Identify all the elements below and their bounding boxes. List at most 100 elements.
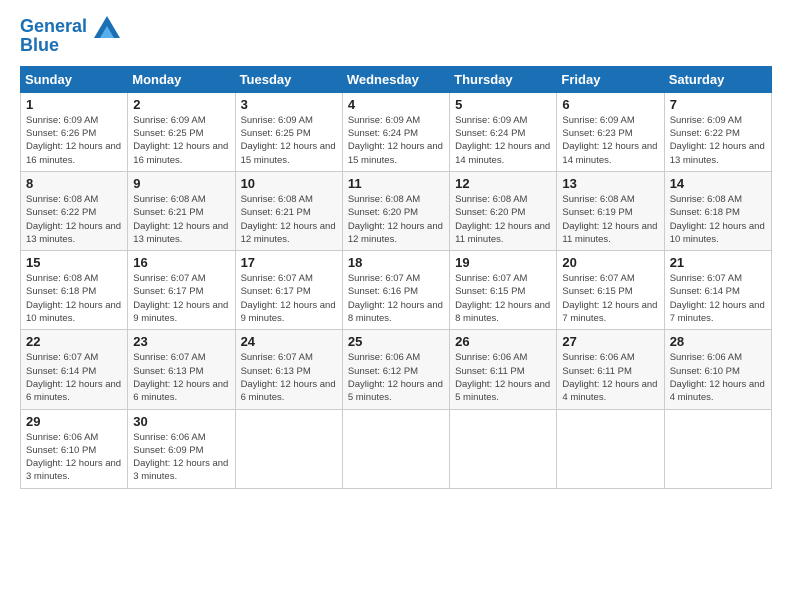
calendar-week-4: 22 Sunrise: 6:07 AM Sunset: 6:14 PM Dayl… <box>21 330 772 409</box>
day-number: 3 <box>241 97 337 112</box>
day-info: Sunrise: 6:06 AM Sunset: 6:11 PM Dayligh… <box>562 351 658 404</box>
day-info: Sunrise: 6:07 AM Sunset: 6:13 PM Dayligh… <box>241 351 337 404</box>
day-info: Sunrise: 6:06 AM Sunset: 6:12 PM Dayligh… <box>348 351 444 404</box>
day-info: Sunrise: 6:07 AM Sunset: 6:14 PM Dayligh… <box>670 272 766 325</box>
day-info: Sunrise: 6:09 AM Sunset: 6:25 PM Dayligh… <box>133 114 229 167</box>
day-number: 1 <box>26 97 122 112</box>
header: General Blue <box>20 16 772 56</box>
calendar-cell: 30 Sunrise: 6:06 AM Sunset: 6:09 PM Dayl… <box>128 409 235 488</box>
calendar-table: SundayMondayTuesdayWednesdayThursdayFrid… <box>20 66 772 489</box>
calendar-cell: 29 Sunrise: 6:06 AM Sunset: 6:10 PM Dayl… <box>21 409 128 488</box>
day-number: 9 <box>133 176 229 191</box>
day-number: 14 <box>670 176 766 191</box>
main-container: General Blue SundayMondayTuesdayWednesda… <box>0 0 792 499</box>
day-info: Sunrise: 6:08 AM Sunset: 6:18 PM Dayligh… <box>26 272 122 325</box>
calendar-cell: 9 Sunrise: 6:08 AM Sunset: 6:21 PM Dayli… <box>128 171 235 250</box>
day-number: 20 <box>562 255 658 270</box>
calendar-cell: 28 Sunrise: 6:06 AM Sunset: 6:10 PM Dayl… <box>664 330 771 409</box>
day-info: Sunrise: 6:07 AM Sunset: 6:15 PM Dayligh… <box>562 272 658 325</box>
calendar-cell: 17 Sunrise: 6:07 AM Sunset: 6:17 PM Dayl… <box>235 251 342 330</box>
day-info: Sunrise: 6:07 AM Sunset: 6:17 PM Dayligh… <box>241 272 337 325</box>
weekday-header-thursday: Thursday <box>450 66 557 92</box>
calendar-cell: 24 Sunrise: 6:07 AM Sunset: 6:13 PM Dayl… <box>235 330 342 409</box>
logo-icon <box>94 16 120 38</box>
day-info: Sunrise: 6:07 AM Sunset: 6:17 PM Dayligh… <box>133 272 229 325</box>
calendar-cell: 20 Sunrise: 6:07 AM Sunset: 6:15 PM Dayl… <box>557 251 664 330</box>
day-info: Sunrise: 6:08 AM Sunset: 6:18 PM Dayligh… <box>670 193 766 246</box>
calendar-cell: 13 Sunrise: 6:08 AM Sunset: 6:19 PM Dayl… <box>557 171 664 250</box>
day-info: Sunrise: 6:08 AM Sunset: 6:20 PM Dayligh… <box>455 193 551 246</box>
day-number: 28 <box>670 334 766 349</box>
calendar-cell: 4 Sunrise: 6:09 AM Sunset: 6:24 PM Dayli… <box>342 92 449 171</box>
day-info: Sunrise: 6:07 AM Sunset: 6:13 PM Dayligh… <box>133 351 229 404</box>
calendar-cell: 18 Sunrise: 6:07 AM Sunset: 6:16 PM Dayl… <box>342 251 449 330</box>
day-number: 7 <box>670 97 766 112</box>
calendar-cell: 23 Sunrise: 6:07 AM Sunset: 6:13 PM Dayl… <box>128 330 235 409</box>
day-info: Sunrise: 6:08 AM Sunset: 6:21 PM Dayligh… <box>241 193 337 246</box>
calendar-week-2: 8 Sunrise: 6:08 AM Sunset: 6:22 PM Dayli… <box>21 171 772 250</box>
day-number: 29 <box>26 414 122 429</box>
calendar-cell <box>450 409 557 488</box>
logo: General Blue <box>20 16 120 56</box>
day-number: 24 <box>241 334 337 349</box>
day-number: 18 <box>348 255 444 270</box>
day-info: Sunrise: 6:07 AM Sunset: 6:14 PM Dayligh… <box>26 351 122 404</box>
day-info: Sunrise: 6:09 AM Sunset: 6:22 PM Dayligh… <box>670 114 766 167</box>
calendar-week-5: 29 Sunrise: 6:06 AM Sunset: 6:10 PM Dayl… <box>21 409 772 488</box>
weekday-header-saturday: Saturday <box>664 66 771 92</box>
calendar-cell <box>235 409 342 488</box>
calendar-cell: 21 Sunrise: 6:07 AM Sunset: 6:14 PM Dayl… <box>664 251 771 330</box>
day-info: Sunrise: 6:08 AM Sunset: 6:20 PM Dayligh… <box>348 193 444 246</box>
day-info: Sunrise: 6:08 AM Sunset: 6:21 PM Dayligh… <box>133 193 229 246</box>
day-info: Sunrise: 6:09 AM Sunset: 6:24 PM Dayligh… <box>348 114 444 167</box>
weekday-header-row: SundayMondayTuesdayWednesdayThursdayFrid… <box>21 66 772 92</box>
calendar-cell: 11 Sunrise: 6:08 AM Sunset: 6:20 PM Dayl… <box>342 171 449 250</box>
day-number: 26 <box>455 334 551 349</box>
calendar-cell: 12 Sunrise: 6:08 AM Sunset: 6:20 PM Dayl… <box>450 171 557 250</box>
calendar-cell: 26 Sunrise: 6:06 AM Sunset: 6:11 PM Dayl… <box>450 330 557 409</box>
calendar-cell: 15 Sunrise: 6:08 AM Sunset: 6:18 PM Dayl… <box>21 251 128 330</box>
day-info: Sunrise: 6:09 AM Sunset: 6:25 PM Dayligh… <box>241 114 337 167</box>
logo-general: General <box>20 16 87 36</box>
day-info: Sunrise: 6:06 AM Sunset: 6:09 PM Dayligh… <box>133 431 229 484</box>
calendar-cell <box>664 409 771 488</box>
day-info: Sunrise: 6:09 AM Sunset: 6:26 PM Dayligh… <box>26 114 122 167</box>
calendar-cell: 3 Sunrise: 6:09 AM Sunset: 6:25 PM Dayli… <box>235 92 342 171</box>
day-number: 6 <box>562 97 658 112</box>
day-info: Sunrise: 6:08 AM Sunset: 6:22 PM Dayligh… <box>26 193 122 246</box>
day-number: 5 <box>455 97 551 112</box>
day-info: Sunrise: 6:09 AM Sunset: 6:24 PM Dayligh… <box>455 114 551 167</box>
logo-blue: Blue <box>20 36 120 56</box>
weekday-header-wednesday: Wednesday <box>342 66 449 92</box>
day-info: Sunrise: 6:06 AM Sunset: 6:11 PM Dayligh… <box>455 351 551 404</box>
day-number: 27 <box>562 334 658 349</box>
calendar-cell: 14 Sunrise: 6:08 AM Sunset: 6:18 PM Dayl… <box>664 171 771 250</box>
day-number: 17 <box>241 255 337 270</box>
calendar-week-3: 15 Sunrise: 6:08 AM Sunset: 6:18 PM Dayl… <box>21 251 772 330</box>
day-number: 19 <box>455 255 551 270</box>
calendar-cell: 25 Sunrise: 6:06 AM Sunset: 6:12 PM Dayl… <box>342 330 449 409</box>
day-info: Sunrise: 6:07 AM Sunset: 6:16 PM Dayligh… <box>348 272 444 325</box>
day-info: Sunrise: 6:07 AM Sunset: 6:15 PM Dayligh… <box>455 272 551 325</box>
day-number: 23 <box>133 334 229 349</box>
day-number: 13 <box>562 176 658 191</box>
day-info: Sunrise: 6:06 AM Sunset: 6:10 PM Dayligh… <box>26 431 122 484</box>
calendar-cell: 6 Sunrise: 6:09 AM Sunset: 6:23 PM Dayli… <box>557 92 664 171</box>
calendar-cell: 2 Sunrise: 6:09 AM Sunset: 6:25 PM Dayli… <box>128 92 235 171</box>
calendar-cell: 19 Sunrise: 6:07 AM Sunset: 6:15 PM Dayl… <box>450 251 557 330</box>
calendar-cell <box>557 409 664 488</box>
calendar-cell: 7 Sunrise: 6:09 AM Sunset: 6:22 PM Dayli… <box>664 92 771 171</box>
day-number: 21 <box>670 255 766 270</box>
day-info: Sunrise: 6:08 AM Sunset: 6:19 PM Dayligh… <box>562 193 658 246</box>
calendar-cell: 27 Sunrise: 6:06 AM Sunset: 6:11 PM Dayl… <box>557 330 664 409</box>
day-number: 12 <box>455 176 551 191</box>
day-number: 10 <box>241 176 337 191</box>
day-info: Sunrise: 6:09 AM Sunset: 6:23 PM Dayligh… <box>562 114 658 167</box>
calendar-cell: 8 Sunrise: 6:08 AM Sunset: 6:22 PM Dayli… <box>21 171 128 250</box>
calendar-cell: 16 Sunrise: 6:07 AM Sunset: 6:17 PM Dayl… <box>128 251 235 330</box>
day-number: 8 <box>26 176 122 191</box>
day-number: 15 <box>26 255 122 270</box>
day-number: 11 <box>348 176 444 191</box>
calendar-week-1: 1 Sunrise: 6:09 AM Sunset: 6:26 PM Dayli… <box>21 92 772 171</box>
day-number: 25 <box>348 334 444 349</box>
